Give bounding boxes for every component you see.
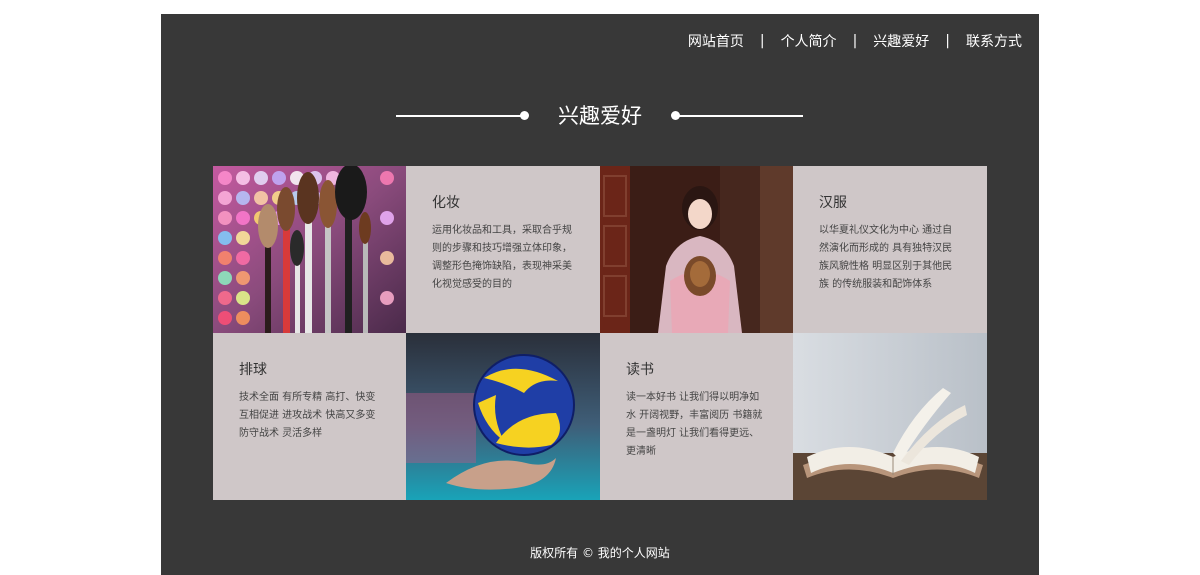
card-title: 化妆: [432, 195, 460, 211]
card-title: 读书: [626, 362, 654, 378]
footer-copyright: 版权所有 © 我的个人网站: [530, 546, 670, 560]
card-text: 技术全面 有所专精 高打、快变 互相促进 进攻战术 快高又多变 防守战术 灵活多…: [239, 392, 376, 439]
hobby-card-hanfu[interactable]: 汉服 以华夏礼仪文化为中心 通过自然演化而形成的 具有独特汉民族风貌性格 明显区…: [793, 166, 987, 333]
section-header: 兴趣爱好: [161, 102, 1039, 130]
nav-home[interactable]: 网站首页: [688, 31, 744, 51]
hobby-card-makeup[interactable]: 化妆 运用化妆品和工具，采取合乎规则的步骤和技巧增强立体印象，调整形色掩饰缺陷，…: [406, 166, 600, 333]
hanfu-image: [600, 166, 793, 333]
main-nav: 网站首页 | 个人简介 | 兴趣爱好 | 联系方式: [688, 30, 1022, 52]
nav-profile[interactable]: 个人简介: [781, 31, 837, 51]
volleyball-image: [406, 333, 600, 500]
nav-separator: |: [759, 33, 765, 49]
card-text: 读一本好书 让我们得以明净如水 开阔视野，丰富阅历 书籍就是一盏明灯 让我们看得…: [626, 392, 763, 457]
hobby-card-reading[interactable]: 读书 读一本好书 让我们得以明净如水 开阔视野，丰富阅历 书籍就是一盏明灯 让我…: [600, 333, 793, 500]
section-title: 兴趣爱好: [558, 104, 642, 128]
nav-separator: |: [852, 33, 858, 49]
nav-separator: |: [945, 33, 950, 49]
nav-hobbies[interactable]: 兴趣爱好: [873, 31, 929, 51]
card-text: 以华夏礼仪文化为中心 通过自然演化而形成的 具有独特汉民族风貌性格 明显区别于其…: [819, 225, 953, 290]
card-text: 运用化妆品和工具，采取合乎规则的步骤和技巧增强立体印象，调整形色掩饰缺陷，表现神…: [432, 225, 572, 290]
card-title: 汉服: [819, 195, 847, 211]
book-image: [793, 333, 987, 500]
makeup-image: [213, 166, 406, 333]
hobby-grid: 化妆 运用化妆品和工具，采取合乎规则的步骤和技巧增强立体印象，调整形色掩饰缺陷，…: [213, 166, 987, 500]
nav-contact[interactable]: 联系方式: [966, 31, 1022, 51]
page-container: 网站首页 | 个人简介 | 兴趣爱好 | 联系方式 兴趣爱好 化妆 运用化妆品和…: [161, 14, 1039, 575]
hobby-card-volleyball[interactable]: 排球 技术全面 有所专精 高打、快变 互相促进 进攻战术 快高又多变 防守战术 …: [213, 333, 406, 500]
card-title: 排球: [239, 362, 267, 378]
title-line-right: [673, 115, 803, 117]
